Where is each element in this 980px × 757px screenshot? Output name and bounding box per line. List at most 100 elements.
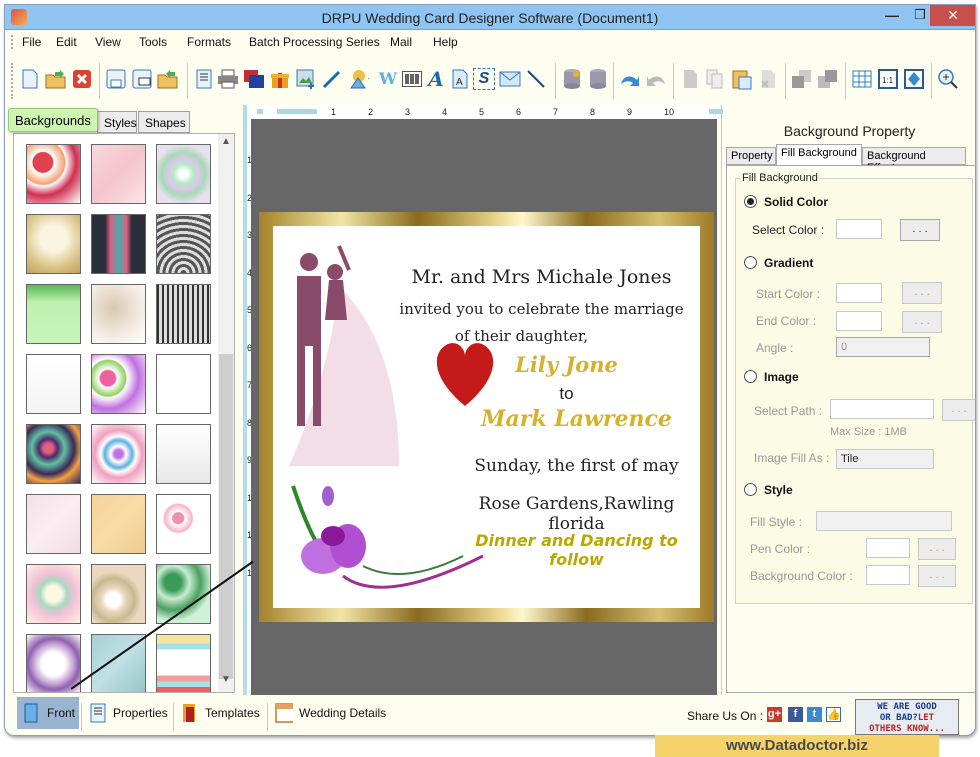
- card-venue-line[interactable]: Rose Gardens,Rawling florida: [273, 494, 700, 534]
- new-icon[interactable]: [19, 68, 41, 90]
- fill-style-select[interactable]: [816, 511, 952, 531]
- facebook-icon[interactable]: f: [788, 707, 803, 722]
- watermark-icon[interactable]: W: [377, 68, 399, 90]
- background-color-button[interactable]: . . .: [918, 565, 956, 587]
- tab-wedding-details[interactable]: Wedding Details: [269, 697, 386, 729]
- background-thumbnail-beige-floral[interactable]: [91, 284, 146, 344]
- bring-to-front-icon[interactable]: [791, 68, 813, 90]
- open-icon[interactable]: [45, 68, 67, 90]
- background-thumbnail-pink-butterflies[interactable]: [91, 354, 146, 414]
- image-radio[interactable]: [744, 370, 757, 383]
- select-color-button[interactable]: . . .: [900, 219, 940, 241]
- background-thumbnail-black-white-lace[interactable]: [156, 284, 211, 344]
- background-thumbnail-mandala[interactable]: [156, 144, 211, 204]
- line-icon[interactable]: [525, 68, 547, 90]
- text-document-icon[interactable]: A: [449, 68, 471, 90]
- database-settings-icon[interactable]: [561, 68, 583, 90]
- export-icon[interactable]: [157, 68, 179, 90]
- minimize-button[interactable]: —: [877, 5, 907, 26]
- tab-templates[interactable]: Templates: [175, 697, 260, 729]
- card-footer-line[interactable]: Dinner and Dancing to follow: [273, 531, 700, 569]
- end-color-field[interactable]: [836, 311, 882, 331]
- background-thumbnail-purple-flowers[interactable]: [26, 634, 81, 692]
- background-thumbnail-red-ik-onkar[interactable]: [156, 354, 211, 414]
- copy-icon[interactable]: [705, 68, 727, 90]
- tab-properties[interactable]: Properties: [83, 697, 168, 729]
- start-color-button[interactable]: . . .: [902, 282, 942, 304]
- gift-icon[interactable]: [269, 68, 291, 90]
- background-thumbnail-gold-rose-rings[interactable]: [26, 214, 81, 274]
- menu-view[interactable]: View: [95, 35, 121, 49]
- select-color-field[interactable]: [836, 219, 882, 239]
- website-banner[interactable]: www.Datadoctor.biz: [655, 735, 939, 757]
- menu-mail[interactable]: Mail: [390, 35, 412, 49]
- background-thumbnail-green-swirl-frame[interactable]: [26, 284, 81, 344]
- menu-batch-processing[interactable]: Batch Processing Series: [249, 35, 380, 49]
- pen-color-field[interactable]: [866, 538, 910, 558]
- background-icon[interactable]: [243, 68, 265, 90]
- scroll-thumb[interactable]: [219, 354, 233, 679]
- background-thumbnail-beige-white-flowers[interactable]: [91, 564, 146, 624]
- gallery-scrollbar[interactable]: ▲ ▼: [218, 134, 234, 692]
- print-icon[interactable]: [217, 68, 239, 90]
- card-host-line[interactable]: Mr. and Mrs Michale Jones: [273, 266, 700, 288]
- card-to-text[interactable]: to: [273, 384, 700, 404]
- tab-shapes[interactable]: Shapes: [138, 111, 190, 133]
- card-daughter-line[interactable]: of their daughter,: [273, 327, 700, 345]
- text-icon[interactable]: A: [425, 68, 447, 90]
- zoom-in-icon[interactable]: [937, 68, 959, 90]
- grid-icon[interactable]: [851, 68, 873, 90]
- background-thumbnail-red-hearts[interactable]: [26, 144, 81, 204]
- close-button[interactable]: ✕: [930, 5, 975, 26]
- background-thumbnail-pink-marble[interactable]: [26, 494, 81, 554]
- background-thumbnail-sketch-couple[interactable]: [156, 424, 211, 484]
- tab-property[interactable]: Property: [726, 147, 776, 165]
- undo-icon[interactable]: [619, 68, 641, 90]
- menu-formats[interactable]: Formats: [187, 35, 231, 49]
- menu-help[interactable]: Help: [433, 35, 458, 49]
- background-thumbnail-dark-floral-stripe[interactable]: [91, 214, 146, 274]
- scroll-up-icon[interactable]: ▲: [218, 136, 234, 152]
- paste-icon[interactable]: [731, 68, 753, 90]
- gradient-radio[interactable]: [744, 256, 757, 269]
- insert-image-icon[interactable]: [295, 68, 317, 90]
- angle-spinner[interactable]: 0: [836, 337, 930, 357]
- design-canvas[interactable]: Mr. and Mrs Michale Jones invited you to…: [251, 119, 717, 695]
- twitter-icon[interactable]: t: [807, 707, 822, 722]
- pen-color-button[interactable]: . . .: [918, 538, 956, 560]
- fit-to-window-icon[interactable]: [903, 68, 925, 90]
- background-color-field[interactable]: [866, 565, 910, 585]
- barcode-icon[interactable]: [401, 68, 423, 90]
- tab-fill-background[interactable]: Fill Background: [776, 144, 862, 165]
- card-bride-name[interactable]: Lily Jone: [273, 352, 700, 377]
- tab-front[interactable]: Front: [17, 697, 79, 729]
- image-fill-as-select[interactable]: Tile: [836, 449, 934, 469]
- page-setup-icon[interactable]: [193, 68, 215, 90]
- background-thumbnail-colorful-flowers[interactable]: [91, 424, 146, 484]
- menu-tools[interactable]: Tools: [139, 35, 167, 49]
- background-thumbnail-pink-floral[interactable]: [91, 144, 146, 204]
- tab-styles[interactable]: Styles: [97, 111, 137, 133]
- send-to-back-icon[interactable]: [817, 68, 839, 90]
- background-thumbnail-pastel-leaves[interactable]: [26, 564, 81, 624]
- delete-icon[interactable]: [757, 68, 779, 90]
- like-icon[interactable]: 👍: [826, 707, 841, 722]
- solid-color-radio[interactable]: [744, 195, 757, 208]
- background-thumbnail-paisley[interactable]: [26, 424, 81, 484]
- start-color-field[interactable]: [836, 283, 882, 303]
- end-color-button[interactable]: . . .: [902, 311, 942, 333]
- redo-icon[interactable]: [645, 68, 667, 90]
- signature-pen-icon[interactable]: [321, 68, 343, 90]
- save-icon[interactable]: [105, 68, 127, 90]
- cut-icon[interactable]: [679, 68, 701, 90]
- scroll-down-icon[interactable]: ▼: [218, 674, 234, 690]
- background-thumbnail-swan-outline[interactable]: [26, 354, 81, 414]
- menu-edit[interactable]: Edit: [56, 35, 77, 49]
- background-thumbnail-pink-blossoms[interactable]: [156, 494, 211, 554]
- background-thumbnail-tan-texture[interactable]: [91, 494, 146, 554]
- card-invite-line[interactable]: invited you to celebrate the marriage: [273, 300, 700, 318]
- card-groom-name[interactable]: Mark Lawrence: [273, 406, 700, 432]
- actual-size-icon[interactable]: 1:1: [877, 68, 899, 90]
- tab-backgrounds[interactable]: Backgrounds: [8, 108, 98, 132]
- select-path-button[interactable]: . . .: [942, 399, 975, 421]
